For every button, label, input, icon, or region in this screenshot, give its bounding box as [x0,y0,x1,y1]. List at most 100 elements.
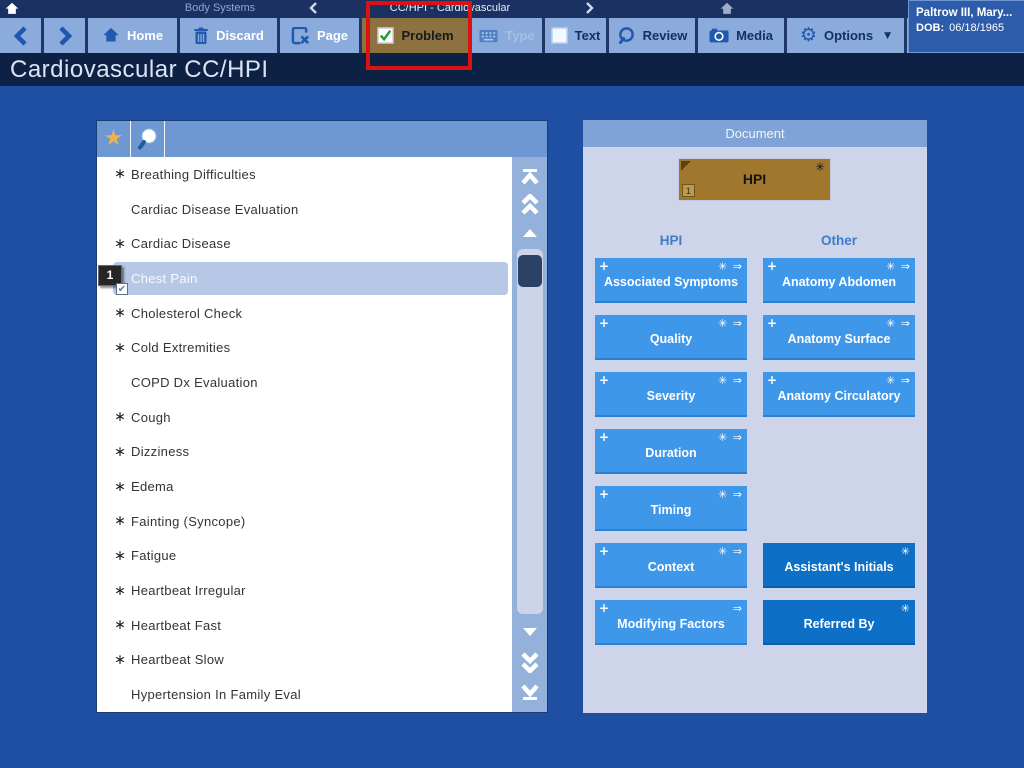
list-item[interactable]: ∗ Cholesterol Check [97,296,512,331]
home-label: Home [126,28,164,43]
patient-info[interactable]: Paltrow III, Mary... DOB: 06/18/1965 [908,0,1024,53]
document-panel-body: ✳ HPI 1 HPI Other + ✳ ⇒ Associated Sympt… [583,147,927,713]
document-category-button[interactable]: + ✳ ⇒ Context [595,543,747,588]
media-button[interactable]: Media [698,18,787,53]
list-item[interactable]: ∗ Cold Extremities [97,330,512,365]
document-category-button[interactable]: + ✳ ⇒ Severity [595,372,747,417]
camera-icon [709,28,729,43]
finding-label: Heartbeat Irregular [131,583,246,599]
review-button[interactable]: Review [609,18,698,53]
list-item[interactable]: ∗ Dizziness [97,435,512,470]
document-category-button[interactable]: ✳ Assistant's Initials [763,543,915,588]
doc-button-label: Quality [649,332,693,346]
document-category-button[interactable]: + ✳ ⇒ Anatomy Circulatory [763,372,915,417]
favorite-marker-icon: ∗ [114,443,126,460]
favorite-marker-icon: ∗ [114,651,126,668]
list-item[interactable]: ∗ Heartbeat Slow [97,643,512,678]
plus-icon: + [599,601,610,615]
list-item[interactable]: ∗ Breathing Difficulties [97,157,512,192]
tab-active[interactable]: CC/HPI - Cardiovascular [330,2,570,14]
double-chevron-up-icon [520,194,539,215]
back-button[interactable] [0,18,44,53]
list-item[interactable]: ∗ Edema [97,469,512,504]
type-button[interactable]: Type [472,18,545,53]
finding-label: Heartbeat Fast [131,617,222,633]
forward-button[interactable] [44,18,88,53]
trash-icon [194,27,209,44]
gear-icon: ⚙ [799,24,817,46]
star-arrow-icons: ✳ [900,545,911,558]
document-category-button[interactable]: + ✳ ⇒ Timing [595,486,747,531]
scroll-last-button[interactable] [516,678,544,706]
favorite-marker-icon: ∗ [114,305,126,322]
finding-label: Chest Pain [131,270,198,286]
scrollbar-thumb[interactable] [517,255,542,287]
scroll-down-button[interactable] [516,618,544,646]
keyboard-icon [479,29,498,42]
search-button[interactable] [131,121,165,157]
back-chevron-icon [13,25,27,46]
finding-label: Cardiac Disease [131,236,231,252]
document-panel-title: Document [725,126,785,141]
page-button[interactable]: Page [280,18,362,53]
title-bar: Cardiovascular CC/HPI [0,53,1024,86]
breadcrumb-bar: Body Systems CC/HPI - Cardiovascular [0,0,908,18]
page-title: Cardiovascular CC/HPI [10,55,269,83]
document-category-button[interactable]: + ⇒ Modifying Factors [595,600,747,645]
list-item[interactable]: Chest Pain 1 ✔ [97,261,512,296]
scroll-first-button[interactable] [516,163,544,191]
list-item[interactable]: ∗ Fainting (Syncope) [97,504,512,539]
chevron-down-icon[interactable]: ▼ [884,31,891,41]
text-button[interactable]: Text [545,18,609,53]
doc-button-label: Duration [645,446,697,460]
list-item[interactable]: ∗ Heartbeat Fast [97,608,512,643]
star-arrow-icons: ✳ ⇒ [886,260,911,273]
discard-button[interactable]: Discard [180,18,280,53]
list-item[interactable]: COPD Dx Evaluation [97,365,512,400]
doc-button-label: Severity [646,389,696,403]
list-item[interactable]: ∗ Cough [97,400,512,435]
patient-dob: DOB: 06/18/1965 [916,22,1018,34]
document-category-button[interactable]: + ✳ ⇒ Duration [595,429,747,474]
checked-checkbox-icon[interactable]: ✔ [116,282,128,295]
home-icon [103,27,119,42]
document-panel: Document ✳ HPI 1 HPI Other + ✳ ⇒ Associa… [583,120,927,713]
plus-icon: + [599,259,610,273]
star-arrow-icons: ✳ ⇒ [718,260,743,273]
dob-value: 06/18/1965 [949,22,1005,34]
options-button[interactable]: ⚙ Options ▼ [787,18,907,53]
scrollbar [512,157,547,712]
document-category-button[interactable]: + ✳ ⇒ Quality [595,315,747,360]
star-icon: ★ [103,126,124,151]
app-header: Body Systems CC/HPI - Cardiovascular Hom… [0,0,1024,53]
plus-icon: + [767,373,778,387]
scroll-page-up-button[interactable] [516,191,544,219]
toolbar: Home Discard Page Problem Type Text Revi… [0,18,908,53]
doc-button-label: Referred By [803,617,875,631]
document-category-button[interactable]: + ✳ ⇒ Anatomy Abdomen [763,258,915,303]
finding-label: Breathing Difficulties [131,166,256,182]
checkbox-checked-icon [377,27,395,44]
document-category-button[interactable]: + ✳ ⇒ Anatomy Surface [763,315,915,360]
star-arrow-icons: ✳ ⇒ [886,317,911,330]
document-category-button[interactable]: + ✳ ⇒ Associated Symptoms [595,258,747,303]
hpi-section-bar[interactable]: ✳ HPI 1 [678,158,831,201]
chevron-up-bar-icon [520,169,539,185]
favorite-marker-icon: ∗ [114,409,126,426]
list-item[interactable]: Hypertension In Family Eval [97,677,512,712]
list-item[interactable]: Cardiac Disease Evaluation [97,192,512,227]
document-category-button[interactable]: ✳ Referred By [763,600,915,645]
scroll-up-button[interactable] [516,219,544,247]
plus-icon: + [599,544,610,558]
scrollbar-track[interactable] [516,249,543,614]
list-item[interactable]: ∗ Fatigue [97,539,512,574]
favorites-button[interactable]: ★ [97,121,131,157]
list-item[interactable]: ∗ Heartbeat Irregular [97,573,512,608]
list-item[interactable]: ∗ Cardiac Disease [97,226,512,261]
doc-button-label: Anatomy Circulatory [777,389,901,403]
home-button[interactable]: Home [88,18,180,53]
problem-button[interactable]: Problem [362,18,472,53]
plus-icon: + [599,487,610,501]
scroll-page-down-button[interactable] [516,648,544,676]
favorite-marker-icon: ∗ [114,235,126,252]
